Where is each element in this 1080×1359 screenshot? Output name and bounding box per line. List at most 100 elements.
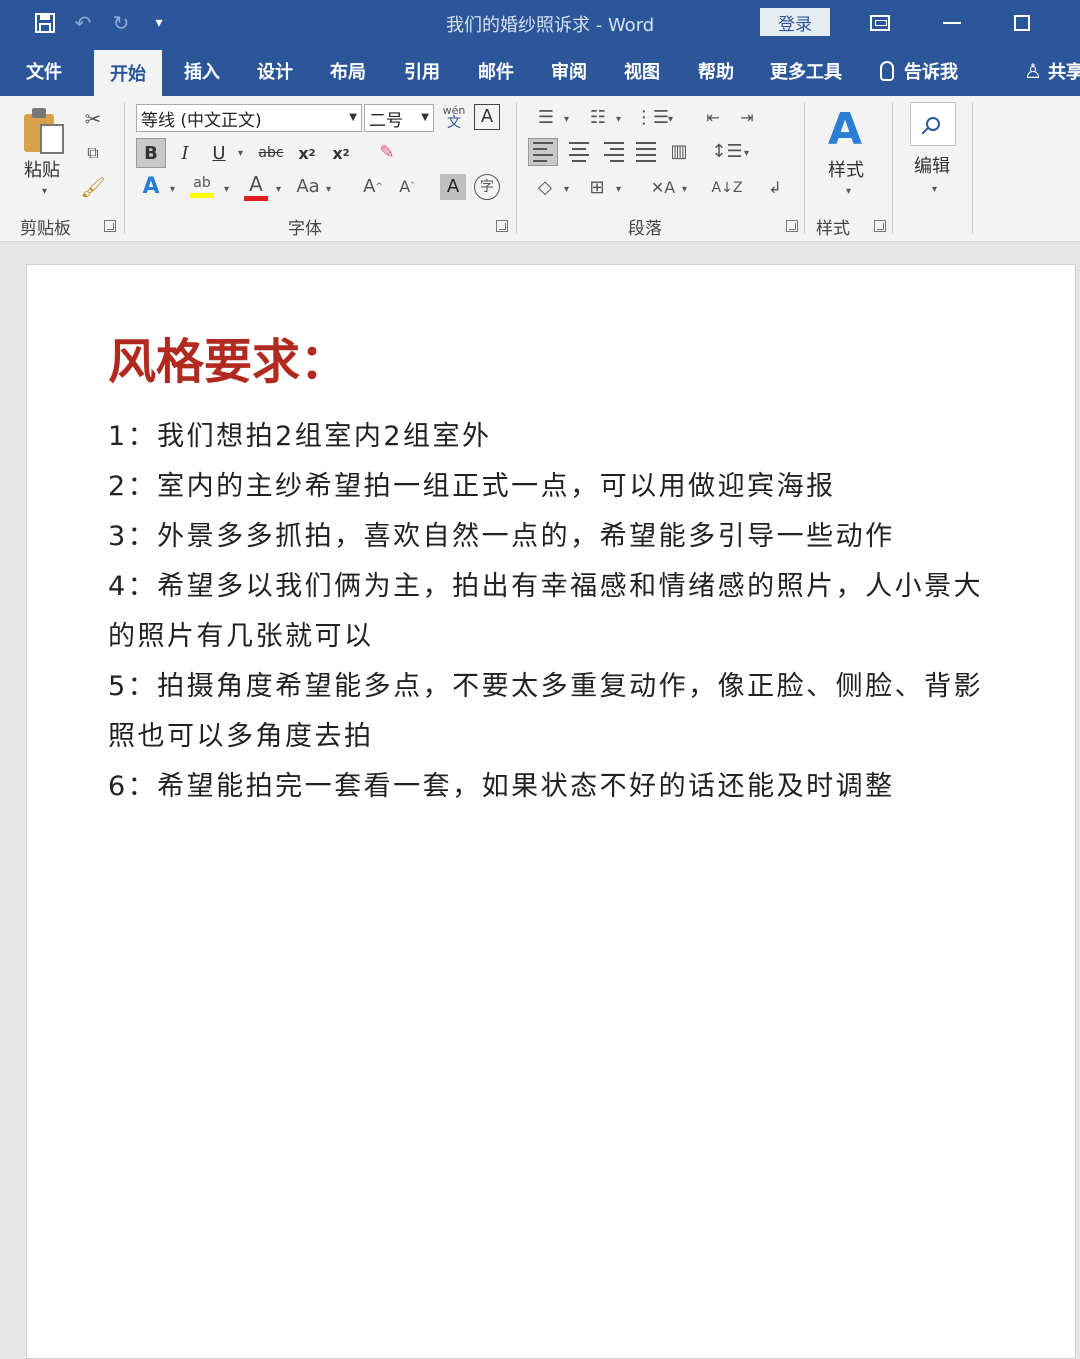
highlight-color-icon[interactable]: ab [188, 172, 216, 202]
group-label-styles: 样式 [816, 219, 850, 239]
format-painter-icon[interactable]: 🖌 [80, 174, 106, 200]
asian-layout-icon[interactable]: ✕A [646, 174, 680, 202]
grow-font-icon[interactable]: A ^ [360, 174, 386, 200]
phonetic-guide-icon[interactable]: wén 文 [440, 102, 468, 132]
font-color-caret-icon[interactable]: ▾ [276, 184, 281, 195]
character-shading-icon[interactable]: A [440, 174, 466, 200]
group-label-clipboard: 剪贴板 [20, 219, 71, 239]
font-size-combobox[interactable]: 二号 ▼ [364, 104, 434, 132]
login-button[interactable]: 登录 [760, 8, 830, 36]
chevron-down-icon[interactable]: ▼ [349, 112, 357, 123]
sort-icon[interactable]: A↓Z [712, 174, 743, 202]
find-icon[interactable] [910, 102, 956, 146]
multilevel-list-icon[interactable]: ⋮☰ [634, 104, 670, 132]
align-right-button[interactable] [598, 138, 628, 166]
underline-button[interactable]: U [204, 138, 234, 168]
font-name-combobox[interactable]: 等线 (中文正文) ▼ [136, 104, 362, 132]
chevron-down-icon[interactable]: ▼ [421, 112, 429, 123]
font-size-value: 二号 [369, 110, 403, 131]
font-color-icon[interactable]: A [242, 172, 270, 202]
tab-review[interactable]: 审阅 [551, 46, 587, 96]
bullets-icon[interactable]: ☰ [528, 104, 564, 132]
text-effects-caret-icon[interactable]: ▾ [170, 184, 175, 195]
character-border-icon[interactable]: A [474, 104, 500, 130]
tab-more-tools[interactable]: 更多工具 [770, 46, 842, 96]
tab-help[interactable]: 帮助 [698, 46, 734, 96]
tab-references[interactable]: 引用 [404, 46, 440, 96]
paste-button-label[interactable]: 粘贴 [24, 156, 60, 182]
styles-launcher-icon[interactable] [874, 220, 886, 232]
tell-me-search[interactable]: 告诉我 [880, 46, 958, 96]
document-body[interactable]: 1：我们想拍2组室内2组室外 2：室内的主纱希望拍一组正式一点，可以用做迎宾海报… [108, 412, 1028, 812]
asian-layout-caret-icon[interactable]: ▾ [682, 184, 687, 195]
numbering-caret-icon[interactable]: ▾ [616, 114, 621, 125]
bold-button[interactable]: B [136, 138, 166, 168]
justify-button[interactable] [632, 138, 662, 166]
tab-insert[interactable]: 插入 [184, 46, 220, 96]
styles-caret-icon[interactable]: ▾ [846, 186, 851, 197]
change-case-icon[interactable]: Aa [292, 174, 324, 200]
share-button[interactable]: ♙ 共享 [1024, 46, 1080, 96]
distributed-icon[interactable]: ▥ [664, 138, 694, 166]
editing-button-label[interactable]: 编辑 [914, 152, 950, 178]
paragraph-launcher-icon[interactable] [786, 220, 798, 232]
align-center-button[interactable] [564, 138, 594, 166]
highlight-caret-icon[interactable]: ▾ [224, 184, 229, 195]
strikethrough-button[interactable]: abc [256, 138, 286, 168]
editing-caret-icon[interactable]: ▾ [932, 184, 937, 195]
tab-file[interactable]: 文件 [26, 46, 62, 96]
numbering-icon[interactable]: ☷ [580, 104, 616, 132]
font-launcher-icon[interactable] [496, 220, 508, 232]
font-name-value: 等线 (中文正文) [141, 110, 262, 131]
bullets-caret-icon[interactable]: ▾ [564, 114, 569, 125]
document-line: 6：希望能拍完一套看一套，如果状态不好的话还能及时调整 [108, 771, 895, 802]
clipboard-launcher-icon[interactable] [104, 220, 116, 232]
subscript-button[interactable]: x2 [292, 138, 322, 168]
document-line: 的照片有几张就可以 [108, 621, 374, 652]
document-heading: 风格要求： [108, 334, 349, 390]
borders-caret-icon[interactable]: ▾ [616, 184, 621, 195]
line-spacing-caret-icon[interactable]: ▾ [744, 148, 749, 159]
undo-icon[interactable]: ↶ [64, 0, 102, 46]
window-title: 我们的婚纱照诉求 - Word [446, 15, 655, 36]
group-separator [124, 102, 125, 234]
align-left-button[interactable] [528, 138, 558, 166]
save-icon[interactable] [26, 0, 64, 46]
show-marks-icon[interactable]: ↲ [762, 174, 788, 202]
minimize-icon[interactable] [922, 0, 982, 46]
underline-options-caret-icon[interactable]: ▾ [238, 148, 243, 159]
superscript-button[interactable]: x2 [326, 138, 356, 168]
line-spacing-icon[interactable]: ↕☰ [711, 138, 742, 166]
enclose-characters-icon[interactable]: 字 [474, 174, 500, 200]
redo-icon[interactable]: ↻ [102, 0, 140, 46]
styles-icon[interactable]: A [828, 104, 862, 155]
tab-home[interactable]: 开始 [94, 50, 162, 96]
person-add-icon: ♙ [1024, 59, 1042, 83]
italic-button[interactable]: I [170, 138, 200, 168]
styles-button-label[interactable]: 样式 [828, 156, 864, 182]
cut-icon[interactable]: ✂ [80, 106, 106, 132]
tab-mailings[interactable]: 邮件 [478, 46, 514, 96]
decrease-indent-icon[interactable]: ⇤ [698, 104, 728, 132]
borders-icon[interactable]: ⊞ [582, 174, 612, 202]
shading-icon[interactable]: ◇ [530, 174, 560, 202]
increase-indent-icon[interactable]: ⇥ [732, 104, 762, 132]
tab-view[interactable]: 视图 [624, 46, 660, 96]
text-effects-icon[interactable]: A [138, 174, 164, 200]
group-separator [892, 102, 893, 234]
paste-options-caret-icon[interactable]: ▾ [42, 186, 47, 197]
shading-caret-icon[interactable]: ▾ [564, 184, 569, 195]
shrink-font-icon[interactable]: Aˇ [394, 174, 420, 200]
paste-icon[interactable] [24, 108, 66, 154]
clear-formatting-icon[interactable]: ✎ [374, 140, 400, 166]
document-line: 2：室内的主纱希望拍一组正式一点，可以用做迎宾海报 [108, 471, 836, 502]
change-case-caret-icon[interactable]: ▾ [326, 184, 331, 195]
customize-qat-icon[interactable]: ▾ [140, 0, 178, 46]
tab-layout[interactable]: 布局 [330, 46, 366, 96]
share-label: 共享 [1047, 62, 1080, 83]
maximize-icon[interactable] [992, 0, 1052, 46]
ribbon-display-options-icon[interactable] [850, 0, 910, 46]
multilevel-caret-icon[interactable]: ▾ [668, 114, 673, 125]
copy-icon[interactable]: ⧉ [80, 140, 106, 166]
tab-design[interactable]: 设计 [257, 46, 293, 96]
